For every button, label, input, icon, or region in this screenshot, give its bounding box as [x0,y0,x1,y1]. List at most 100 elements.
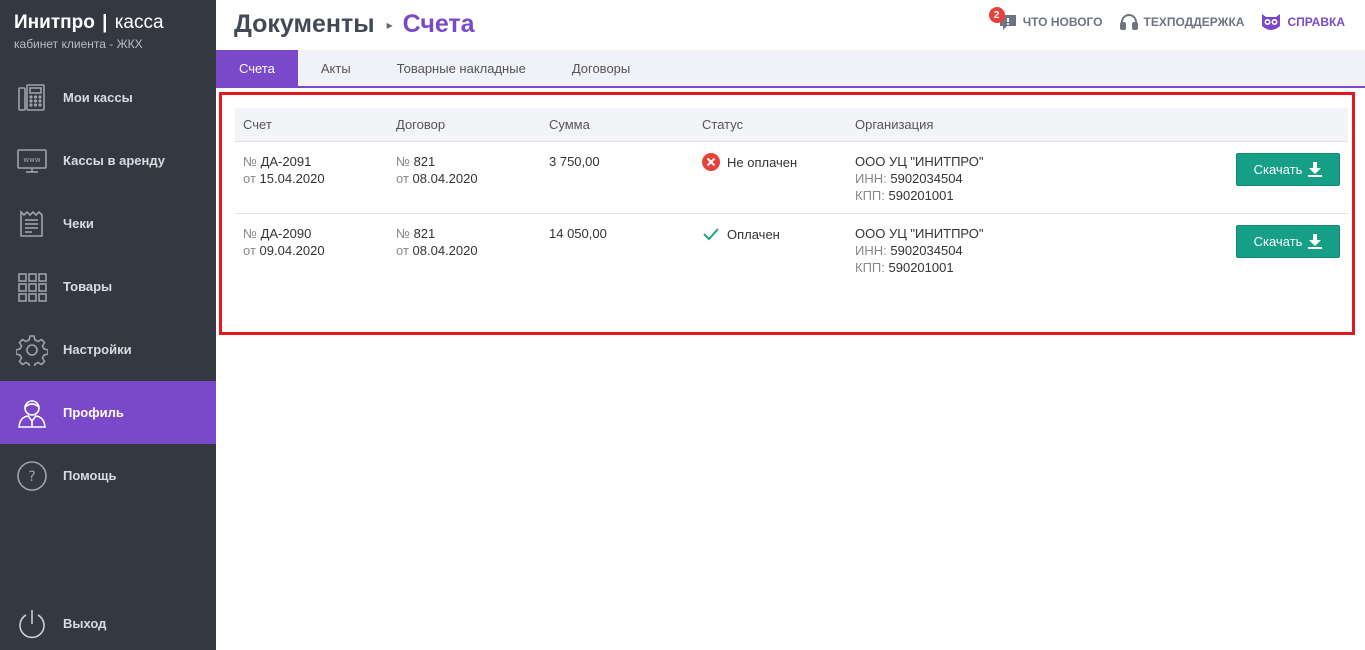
download-icon [1308,162,1323,177]
sidebar-item-help[interactable]: ? Помощь [0,444,216,507]
contract-number-prefix: № [396,154,410,169]
sidebar: Инитпро | касса кабинет клиента - ЖКХ Мо… [0,0,216,650]
sidebar-item-goods[interactable]: Товары [0,255,216,318]
amount-cell: 14 050,00 [549,226,607,241]
sidebar-item-label: Мои кассы [63,90,133,105]
breadcrumb-arrow-icon: ▸ [386,17,393,32]
sidebar-item-my-kassas[interactable]: Мои кассы [0,66,216,129]
invoice-date: 09.04.2020 [259,243,325,258]
sidebar-item-profile[interactable]: Профиль [0,381,216,444]
grid-icon [16,271,48,303]
sidebar-nav: Мои кассы www Кассы в аренду Чеки Товары [0,66,216,507]
contract-number: 821 [413,154,436,169]
status-label: Не оплачен [727,154,798,170]
owl-icon [1262,14,1281,30]
sidebar-item-label: Настройки [63,342,132,357]
invoice-date: 15.04.2020 [259,171,325,186]
breadcrumb-root[interactable]: Документы [234,10,375,39]
brand-subtitle: кабинет клиента - ЖКХ [14,37,143,51]
brand[interactable]: Инитпро | касса кабинет клиента - ЖКХ [14,12,164,51]
invoice-number-prefix: № [243,226,257,241]
status-cell: Оплачен [702,225,780,243]
sidebar-item-label: Кассы в аренду [63,153,165,168]
invoices-table: Счет Договор Сумма Статус Организация № … [235,108,1348,286]
support-link[interactable]: ТЕХПОДДЕРЖКА [1119,12,1245,32]
invoice-cell: № ДА-2091 от 15.04.2020 [243,153,325,187]
notification-badge: 2 [988,7,1005,23]
contract-cell: № 821 от 08.04.2020 [396,225,478,259]
tab-acts[interactable]: Акты [298,50,374,86]
inn-label: ИНН: [855,243,887,258]
invoice-number-prefix: № [243,154,257,169]
invoice-number: ДА-2091 [260,154,312,169]
table-row: № ДА-2091 от 15.04.2020 № 821 от 08.04.2… [235,142,1348,214]
checkmark-icon [703,228,719,241]
status-label: Оплачен [727,226,780,242]
sidebar-item-label: Товары [63,279,113,294]
status-cell: Не оплачен [702,153,797,171]
sidebar-item-label: Чеки [63,216,94,231]
sidebar-item-settings[interactable]: Настройки [0,318,216,381]
kpp-value: 590201001 [888,188,954,203]
cash-register-icon [16,82,48,114]
logout-button[interactable]: Выход [0,592,216,650]
organization-name: ООО УЦ "ИНИТПРО" [855,226,984,241]
logout-label: Выход [63,616,107,631]
receipt-icon [16,208,48,240]
sidebar-item-receipts[interactable]: Чеки [0,192,216,255]
svg-text:www: www [23,156,40,164]
invoice-date-prefix: от [243,171,256,186]
kpp-label: КПП: [855,260,885,275]
download-button-label: Скачать [1253,234,1303,249]
document-tabs: Счета Акты Товарные накладные Договоры [216,50,1365,88]
gear-icon [16,334,48,366]
whats-new-label: ЧТО НОВОГО [1022,15,1103,29]
download-button[interactable]: Скачать [1236,225,1340,258]
tab-invoices[interactable]: Счета [216,50,298,86]
organization-cell: ООО УЦ "ИНИТПРО" ИНН: 5902034504 КПП: 59… [855,225,984,276]
svg-text:?: ? [28,469,35,485]
organization-cell: ООО УЦ "ИНИТПРО" ИНН: 5902034504 КПП: 59… [855,153,984,204]
sidebar-item-label: Профиль [63,405,124,420]
invoice-date-prefix: от [243,243,256,258]
app: Инитпро | касса кабинет клиента - ЖКХ Мо… [0,0,1365,650]
help-label: СПРАВКА [1287,15,1345,29]
inn-label: ИНН: [855,171,887,186]
brand-separator: | [102,12,108,33]
contract-number-prefix: № [396,226,410,241]
amount-cell: 3 750,00 [549,154,600,169]
inn-value: 5902034504 [890,243,963,258]
header: Документы ▸ Счета 2 ЧТО НОВОГО ТЕХПОДДЕР… [216,0,1365,50]
download-button-label: Скачать [1253,162,1303,177]
column-header-invoice: Счет [243,117,272,132]
whats-new-link[interactable]: 2 ЧТО НОВОГО [988,7,1103,32]
inn-value: 5902034504 [890,171,963,186]
brand-product: касса [114,12,164,33]
sidebar-item-rent-kassas[interactable]: www Кассы в аренду [0,129,216,192]
column-header-contract: Договор [396,117,446,132]
power-icon [16,608,48,640]
support-label: ТЕХПОДДЕРЖКА [1143,15,1245,29]
headset-icon [1119,14,1138,30]
cross-circle-icon [702,153,720,171]
user-icon [16,397,48,429]
contract-date-prefix: от [396,243,409,258]
help-link[interactable]: СПРАВКА [1260,12,1345,32]
download-button[interactable]: Скачать [1236,153,1340,186]
tab-waybills[interactable]: Товарные накладные [374,50,549,86]
tab-contracts[interactable]: Договоры [549,50,653,86]
column-header-amount: Сумма [549,117,590,132]
contract-date: 08.04.2020 [412,171,478,186]
column-header-organization: Организация [855,117,934,132]
organization-name: ООО УЦ "ИНИТПРО" [855,154,984,169]
table-header: Счет Договор Сумма Статус Организация [235,108,1348,142]
chat-bubble-icon: 2 [988,7,1023,32]
brand-name: Инитпро [14,12,95,33]
column-header-status: Статус [702,117,744,132]
www-monitor-icon: www [16,145,48,177]
question-icon: ? [16,460,48,492]
contract-date: 08.04.2020 [412,243,478,258]
header-actions: 2 ЧТО НОВОГО ТЕХПОДДЕРЖКА СПРАВКА [982,7,1345,32]
table-row: № ДА-2090 от 09.04.2020 № 821 от 08.04.2… [235,214,1348,286]
contract-number: 821 [413,226,436,241]
